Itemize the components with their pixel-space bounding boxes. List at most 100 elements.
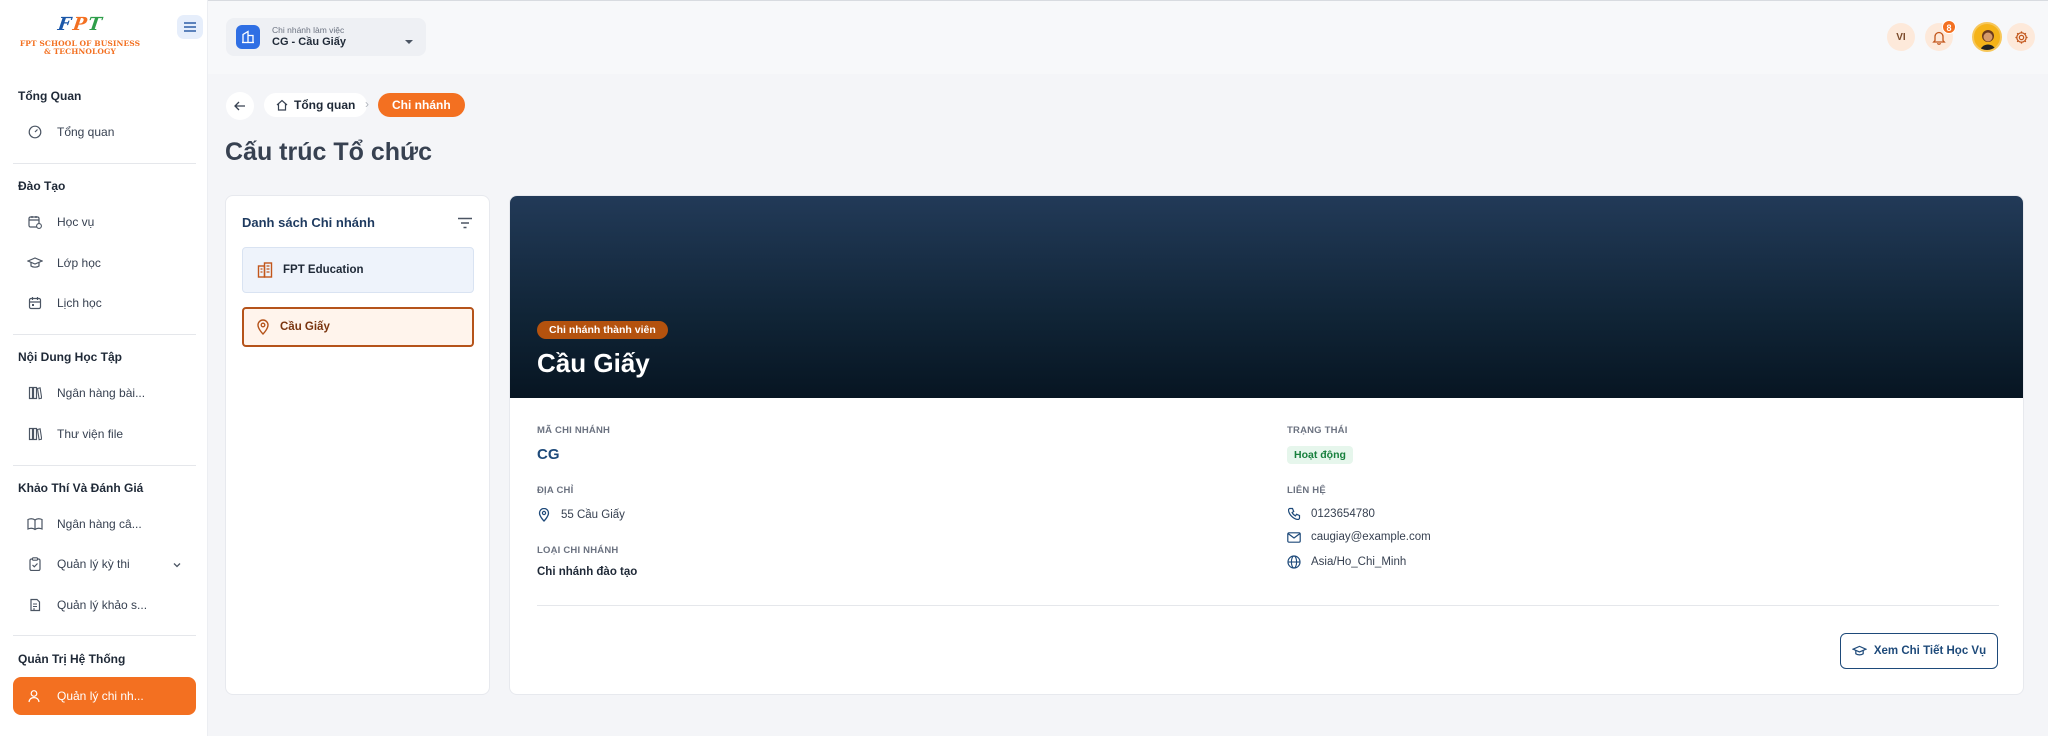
branch-item-label: FPT Education	[283, 264, 364, 276]
sidebar-item-branch-management[interactable]: Quản lý chi nh...	[13, 677, 196, 715]
branch-selector-value: CG - Cầu Giấy	[272, 36, 346, 48]
sidebar-divider	[13, 334, 196, 335]
home-icon	[276, 99, 288, 111]
email-row: caugiay@example.com	[1287, 531, 1431, 543]
globe-icon	[1287, 555, 1301, 569]
contact-label: LIÊN HỆ	[1287, 485, 1326, 496]
sidebar-item-label: Quản lý chi nh...	[57, 689, 144, 703]
book-open-icon	[27, 516, 43, 532]
view-academic-details-button[interactable]: Xem Chi Tiết Học Vụ	[1840, 633, 1998, 669]
branch-code-value: CG	[537, 446, 560, 463]
sidebar-item-classes[interactable]: Lớp học	[13, 244, 196, 282]
sidebar-item-label: Thư viện file	[57, 427, 124, 441]
email-value[interactable]: caugiay@example.com	[1311, 531, 1431, 543]
branch-selector-caption: Chi nhánh làm việc	[272, 25, 345, 35]
caret-down-icon	[404, 33, 414, 51]
branch-selector[interactable]: Chi nhánh làm việc CG - Cầu Giấy	[226, 18, 426, 56]
hamburger-icon	[184, 22, 196, 32]
user-avatar[interactable]	[1972, 22, 2002, 52]
view-academic-details-label: Xem Chi Tiết Học Vụ	[1873, 645, 1987, 657]
breadcrumb-current[interactable]: Chi nhánh	[378, 93, 465, 117]
sidebar-item-overview[interactable]: Tổng quan	[13, 113, 196, 151]
branch-item-fpt-education[interactable]: FPT Education	[242, 247, 474, 293]
branch-type-label: LOẠI CHI NHÁNH	[537, 545, 619, 556]
sidebar: F P T FPT SCHOOL OF BUSINESS & TECHNOLOG…	[0, 0, 208, 736]
logo-line-2: & TECHNOLOGY	[44, 47, 116, 56]
branch-list-panel: Danh sách Chi nhánh FPT Education Cầu Gi…	[225, 195, 490, 695]
branch-item-cau-giay[interactable]: Cầu Giấy	[242, 307, 474, 347]
address-row: 55 Cầu Giấy	[537, 508, 625, 522]
section-title-learning-content: Nội Dung Học Tập	[18, 350, 122, 364]
phone-icon	[1287, 507, 1301, 520]
page-title: Cấu trúc Tổ chức	[225, 138, 433, 166]
logo-letter-t: T	[87, 14, 104, 35]
building-icon	[257, 262, 273, 278]
branch-name: Cầu Giấy	[537, 348, 650, 378]
branch-code-label: MÃ CHI NHÁNH	[537, 425, 611, 436]
language-code: VI	[1896, 31, 1906, 43]
calendar-icon	[27, 295, 43, 311]
top-header	[208, 0, 2048, 74]
graduation-cap-icon	[1851, 645, 1867, 657]
clipboard-check-icon	[27, 556, 43, 572]
status-label: TRẠNG THÁI	[1287, 425, 1348, 436]
clipboard-list-icon	[27, 597, 43, 613]
library-icon	[27, 426, 43, 442]
sidebar-item-academic-affairs[interactable]: Học vụ	[13, 203, 196, 241]
detail-divider	[537, 605, 1999, 606]
building-icon	[236, 25, 260, 49]
sidebar-divider	[13, 163, 196, 164]
language-button[interactable]: VI	[1887, 23, 1915, 51]
graduation-cap-icon	[27, 255, 43, 271]
section-title-overview: Tổng Quan	[18, 89, 82, 103]
library-icon	[27, 385, 43, 401]
mail-icon	[1287, 531, 1301, 543]
sidebar-item-label: Lịch học	[57, 296, 102, 310]
back-button[interactable]	[226, 92, 254, 120]
address-value: 55 Cầu Giấy	[561, 509, 625, 521]
sidebar-item-label: Học vụ	[57, 215, 95, 229]
dashboard-icon	[27, 124, 43, 140]
branch-list-title: Danh sách Chi nhánh	[242, 215, 375, 230]
settings-button[interactable]	[2007, 23, 2035, 51]
sidebar-item-label: Ngân hàng bài...	[57, 386, 146, 400]
address-label: ĐỊA CHỈ	[537, 485, 574, 496]
breadcrumb-separator: ›	[365, 97, 369, 111]
sidebar-divider	[13, 465, 196, 466]
notification-count-badge: 8	[1942, 20, 1956, 34]
phone-value[interactable]: 0123654780	[1311, 508, 1375, 520]
sidebar-item-lesson-bank[interactable]: Ngân hàng bài...	[13, 374, 196, 412]
logo-letter-p: P	[71, 14, 88, 35]
chevron-down-icon[interactable]	[172, 557, 182, 575]
timezone-value: Asia/Ho_Chi_Minh	[1311, 556, 1407, 568]
section-title-system-admin: Quản Trị Hệ Thống	[18, 652, 126, 666]
map-pin-icon	[256, 319, 270, 335]
status-badge: Hoạt động	[1287, 446, 1353, 464]
sidebar-item-label: Lớp học	[57, 256, 101, 270]
sidebar-item-label: Tổng quan	[57, 125, 115, 139]
sidebar-divider	[13, 635, 196, 636]
map-pin-icon	[537, 508, 551, 522]
sidebar-item-exam-management[interactable]: Quản lý kỳ thi	[13, 545, 196, 583]
sidebar-item-schedule[interactable]: Lịch học	[13, 284, 196, 322]
filter-icon[interactable]	[457, 216, 473, 234]
branch-hero-banner: Chi nhánh thành viên Cầu Giấy	[510, 196, 2023, 398]
timezone-row: Asia/Ho_Chi_Minh	[1287, 555, 1406, 569]
breadcrumb-home[interactable]: Tổng quan	[264, 93, 368, 117]
breadcrumb-home-label: Tổng quan	[294, 98, 356, 112]
logo-letter-f: F	[56, 14, 73, 35]
sidebar-item-label: Ngân hàng câ...	[57, 517, 142, 531]
sidebar-item-survey-management[interactable]: Quản lý khảo s...	[13, 586, 196, 624]
phone-row: 0123654780	[1287, 507, 1375, 520]
sidebar-item-label: Quản lý kỳ thi	[57, 557, 130, 571]
branch-type-value: Chi nhánh đào tạo	[537, 566, 638, 578]
section-title-assessment: Khảo Thí Và Đánh Giá	[18, 481, 144, 495]
sidebar-item-file-library[interactable]: Thư viện file	[13, 415, 196, 453]
sidebar-item-question-bank[interactable]: Ngân hàng câ...	[13, 505, 196, 543]
logo-mark: F P T	[18, 14, 142, 36]
user-icon	[27, 688, 43, 704]
menu-toggle-button[interactable]	[177, 15, 203, 39]
branch-item-label: Cầu Giấy	[280, 321, 330, 333]
branch-type-badge: Chi nhánh thành viên	[537, 321, 668, 339]
fpt-logo[interactable]: F P T FPT SCHOOL OF BUSINESS & TECHNOLOG…	[18, 14, 142, 60]
